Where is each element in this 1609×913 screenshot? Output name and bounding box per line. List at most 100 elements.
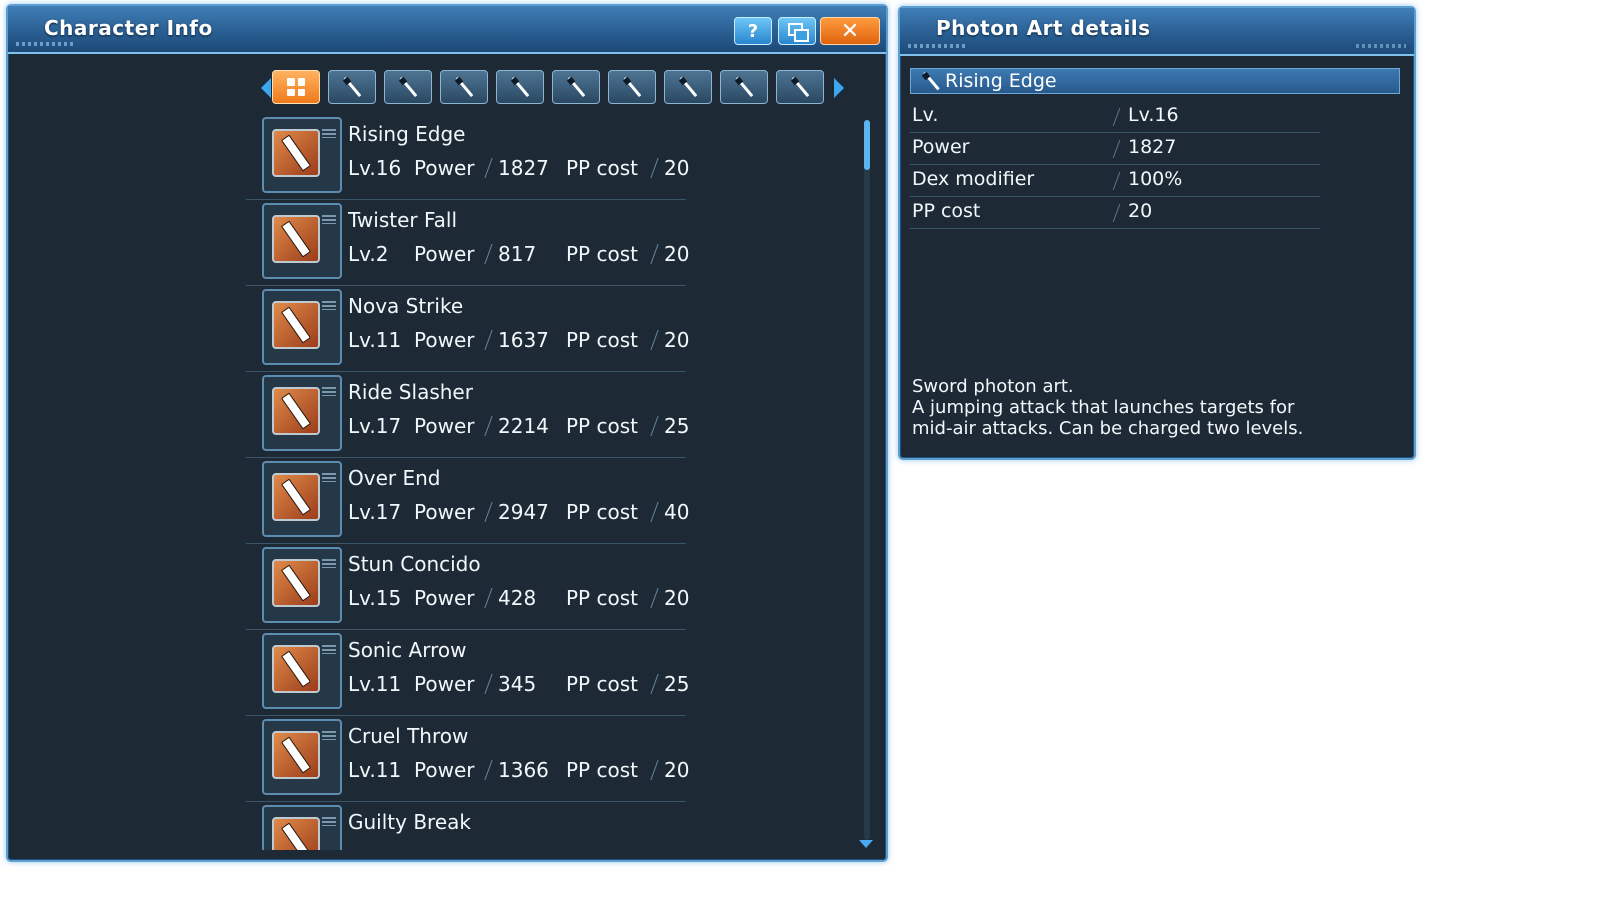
detail-row: Lv. Lv.16	[910, 100, 1320, 133]
character-info-titlebar[interactable]: Character Info ? ✕	[8, 6, 886, 54]
dual-blades-icon	[733, 76, 755, 98]
tab-double-saber[interactable]	[552, 70, 600, 104]
tab-twin-dagger[interactable]	[496, 70, 544, 104]
photon-art-icon-frame	[262, 633, 342, 709]
tab-scroll-right-icon[interactable]	[834, 78, 844, 98]
pp-cost-value: 25	[664, 414, 690, 438]
power-label: Power	[414, 156, 475, 180]
photon-art-icon-frame	[262, 547, 342, 623]
photon-art-icon	[272, 301, 320, 349]
photon-art-icon	[272, 473, 320, 521]
list-item[interactable]: Over End Lv.17 Power 2947 PP cost 40	[246, 458, 856, 544]
pp-cost-label: PP cost	[566, 328, 638, 352]
list-item[interactable]: Sonic Arrow Lv.11 Power 345 PP cost 25	[246, 630, 856, 716]
power-value: 1827	[498, 156, 549, 180]
list-item[interactable]: Stun Concido Lv.15 Power 428 PP cost 20	[246, 544, 856, 630]
grid-icon	[287, 78, 305, 96]
twin-dagger-icon	[509, 76, 531, 98]
knuckle-icon	[621, 76, 643, 98]
pp-cost-value: 20	[664, 758, 690, 782]
tab-knuckle[interactable]	[608, 70, 656, 104]
help-button[interactable]: ?	[734, 17, 772, 45]
photon-art-icon	[272, 731, 320, 779]
restore-icon	[788, 23, 809, 42]
art-level: Lv.17	[348, 500, 402, 524]
detail-value: 20	[1128, 200, 1153, 222]
art-description: Sword photon art. A jumping attack that …	[912, 376, 1303, 439]
detail-value: 100%	[1128, 168, 1183, 190]
icon-corner-mark	[322, 129, 336, 138]
detail-key: Dex modifier	[912, 168, 1035, 190]
character-info-window: Character Info ? ✕ Rising Edge Lv.16 Pow…	[6, 4, 888, 862]
tab-all[interactable]	[272, 70, 320, 104]
partisan-icon	[453, 76, 475, 98]
close-button[interactable]: ✕	[820, 17, 880, 45]
pp-cost-value: 25	[664, 672, 690, 696]
pp-cost-value: 40	[664, 500, 690, 524]
art-level: Lv.17	[348, 414, 402, 438]
list-item[interactable]: Nova Strike Lv.11 Power 1637 PP cost 20	[246, 286, 856, 372]
power-value: 817	[498, 242, 537, 266]
wired-lance-icon	[397, 76, 419, 98]
pp-cost-label: PP cost	[566, 156, 638, 180]
icon-corner-mark	[322, 559, 336, 568]
photon-art-icon-frame	[262, 203, 342, 279]
titlebar-decoration	[908, 44, 968, 48]
help-icon: ?	[747, 20, 759, 42]
window-title: Character Info	[44, 16, 213, 40]
tab-katana[interactable]	[664, 70, 712, 104]
power-label: Power	[414, 758, 475, 782]
list-item[interactable]: Rising Edge Lv.16 Power 1827 PP cost 20	[246, 114, 856, 200]
power-value: 2947	[498, 500, 549, 524]
titlebar-decoration	[16, 42, 76, 46]
details-title: Photon Art details	[936, 16, 1151, 40]
tab-wired-lance[interactable]	[384, 70, 432, 104]
list-item[interactable]: Cruel Throw Lv.11 Power 1366 PP cost 20	[246, 716, 856, 802]
list-item[interactable]: Ride Slasher Lv.17 Power 2214 PP cost 25	[246, 372, 856, 458]
photon-art-name: Guilty Break	[348, 810, 471, 834]
power-value: 345	[498, 672, 537, 696]
power-value: 2214	[498, 414, 549, 438]
power-value: 1637	[498, 328, 549, 352]
photon-art-name: Over End	[348, 466, 441, 490]
art-level: Lv.11	[348, 328, 402, 352]
description-line: mid-air attacks. Can be charged two leve…	[912, 418, 1304, 439]
photon-art-name: Rising Edge	[348, 122, 466, 146]
icon-corner-mark	[322, 387, 336, 396]
photon-art-name: Stun Concido	[348, 552, 481, 576]
tab-dual-blades[interactable]	[720, 70, 768, 104]
titlebar-decoration-right	[1356, 44, 1406, 48]
photon-art-name: Sonic Arrow	[348, 638, 467, 662]
art-level: Lv.11	[348, 672, 402, 696]
photon-art-icon-frame	[262, 375, 342, 451]
sword-icon	[921, 71, 941, 91]
photon-art-icon-frame	[262, 461, 342, 537]
katana-icon	[677, 76, 699, 98]
gunslash-icon	[789, 76, 811, 98]
icon-corner-mark	[322, 301, 336, 310]
pp-cost-value: 20	[664, 242, 690, 266]
details-titlebar[interactable]: Photon Art details	[900, 8, 1414, 56]
list-item[interactable]: Twister Fall Lv.2 Power 817 PP cost 20	[246, 200, 856, 286]
sword-icon	[341, 76, 363, 98]
pp-cost-label: PP cost	[566, 586, 638, 610]
tab-scroll-left-icon[interactable]	[261, 78, 271, 98]
tab-gunslash[interactable]	[776, 70, 824, 104]
tab-partisan[interactable]	[440, 70, 488, 104]
photon-art-icon-frame	[262, 117, 342, 193]
photon-art-icon	[272, 387, 320, 435]
detail-row: Dex modifier 100%	[910, 164, 1320, 197]
power-label: Power	[414, 242, 475, 266]
icon-corner-mark	[322, 215, 336, 224]
scroll-down-icon[interactable]	[859, 840, 873, 848]
list-scrollbar[interactable]	[864, 120, 870, 840]
tab-sword[interactable]	[328, 70, 376, 104]
restore-button[interactable]	[778, 17, 816, 45]
icon-corner-mark	[322, 817, 336, 826]
photon-art-icon-frame	[262, 719, 342, 795]
art-level: Lv.16	[348, 156, 402, 180]
photon-art-name: Nova Strike	[348, 294, 464, 318]
scrollbar-thumb[interactable]	[864, 120, 870, 170]
selected-art-name: Rising Edge	[945, 70, 1057, 92]
list-item[interactable]: Guilty Break	[246, 802, 856, 850]
